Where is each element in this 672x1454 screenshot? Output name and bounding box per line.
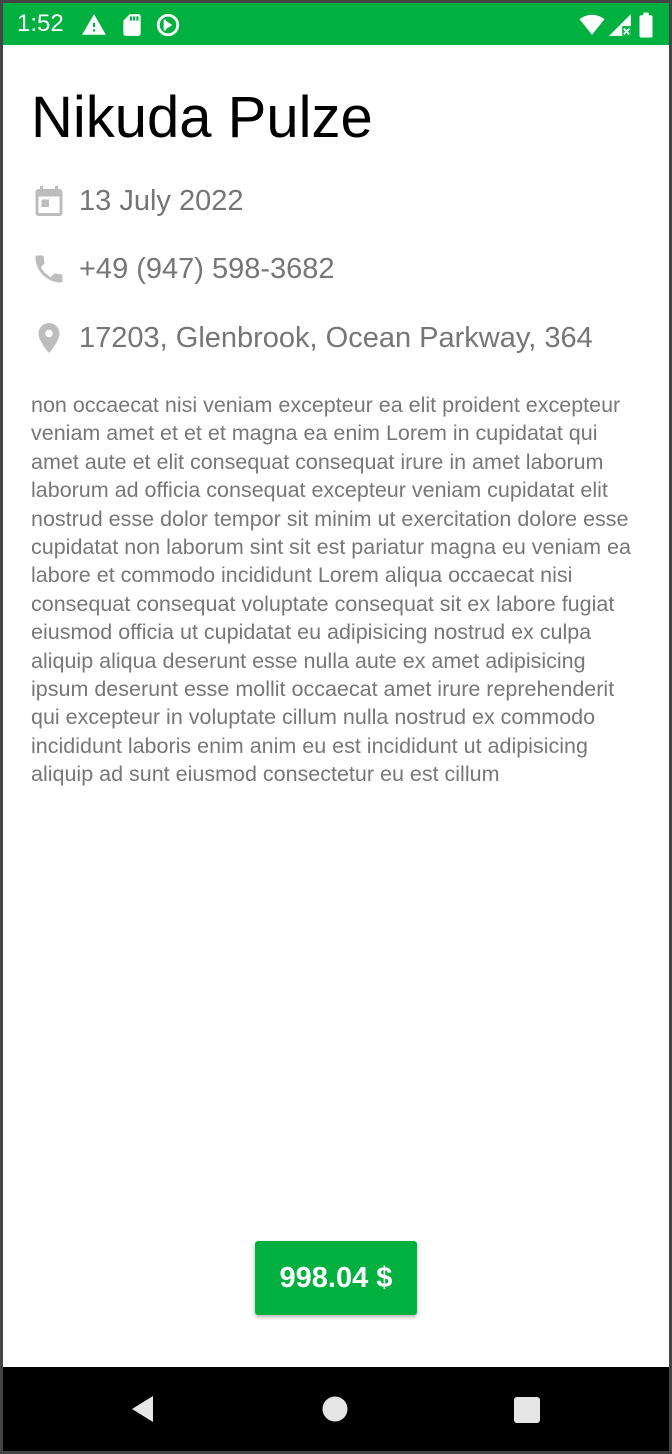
calendar-icon bbox=[31, 183, 67, 219]
app-screen: 1:52 Nikuda Pulze 13 July 2022 +49 (947)… bbox=[3, 3, 669, 1451]
cellular-signal-icon bbox=[607, 12, 633, 38]
event-date: 13 July 2022 bbox=[79, 185, 244, 217]
event-description: non occaecat nisi veniam excepteur ea el… bbox=[31, 393, 631, 787]
wifi-icon bbox=[579, 12, 605, 38]
status-bar: 1:52 bbox=[3, 3, 669, 45]
event-address: 17203, Glenbrook, Ocean Parkway, 364 bbox=[79, 322, 593, 354]
sd-card-icon bbox=[119, 12, 145, 38]
event-phone: +49 (947) 598-3682 bbox=[79, 253, 335, 285]
phone-icon bbox=[31, 251, 67, 287]
recents-icon[interactable] bbox=[513, 1396, 541, 1424]
battery-icon bbox=[637, 12, 655, 38]
sync-icon bbox=[155, 12, 181, 38]
warning-icon bbox=[81, 12, 107, 38]
location-pin-icon bbox=[31, 320, 67, 356]
navigation-bar bbox=[3, 1367, 669, 1451]
status-time: 1:52 bbox=[17, 10, 64, 37]
price-button[interactable]: 998.04 $ bbox=[255, 1241, 417, 1315]
home-icon[interactable] bbox=[320, 1394, 350, 1424]
back-icon[interactable] bbox=[127, 1393, 159, 1425]
event-title: Nikuda Pulze bbox=[31, 85, 373, 150]
